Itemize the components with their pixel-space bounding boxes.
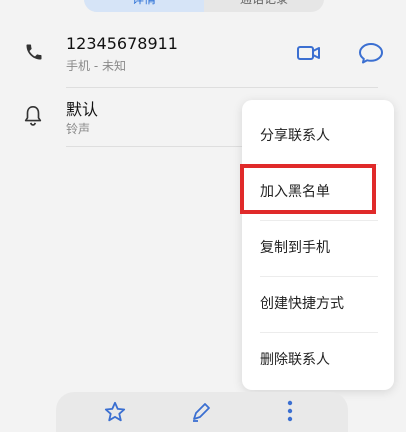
- ringtone-value: 默认: [66, 100, 99, 119]
- tab-bar: 详情 通话记录: [84, 0, 324, 12]
- highlight-box: [240, 164, 376, 214]
- more-vertical-icon[interactable]: [283, 398, 297, 424]
- overflow-menu: 分享联系人 加入黑名单 复制到手机 创建快捷方式 删除联系人: [242, 100, 394, 390]
- divider: [66, 87, 378, 88]
- phone-number-row[interactable]: 12345678911 手机 - 未知: [0, 30, 406, 88]
- tab-call-log[interactable]: 通话记录: [204, 0, 324, 12]
- message-icon[interactable]: [358, 41, 384, 65]
- menu-item-delete-contact[interactable]: 删除联系人: [242, 332, 394, 388]
- star-icon[interactable]: [103, 400, 127, 424]
- ringtone-label: 铃声: [66, 122, 91, 136]
- pen-icon[interactable]: [189, 400, 213, 424]
- phone-icon: [26, 44, 42, 60]
- phone-number-type: 手机 - 未知: [66, 59, 126, 73]
- bell-icon: [24, 106, 42, 126]
- menu-item-create-shortcut[interactable]: 创建快捷方式: [242, 276, 394, 332]
- phone-number: 12345678911: [66, 34, 178, 53]
- menu-item-copy-to-phone[interactable]: 复制到手机: [242, 220, 394, 276]
- video-call-icon[interactable]: [296, 42, 322, 64]
- menu-item-share-contact[interactable]: 分享联系人: [242, 108, 394, 164]
- tab-details[interactable]: 详情: [84, 0, 204, 12]
